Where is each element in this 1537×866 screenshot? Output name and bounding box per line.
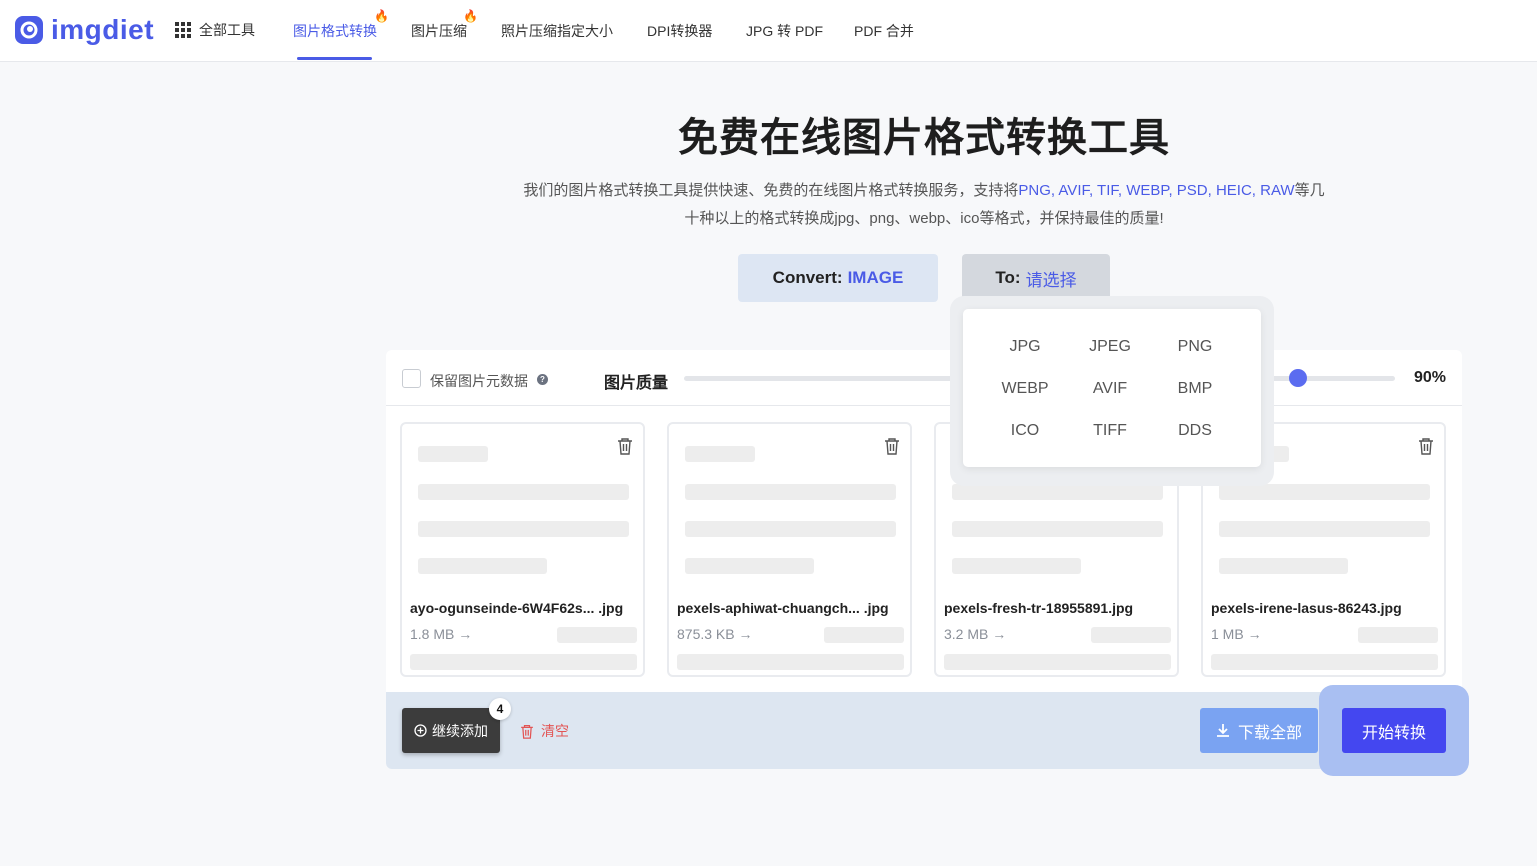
download-all-label: 下载全部 [1237, 724, 1302, 742]
trash-icon[interactable] [1418, 437, 1434, 460]
file-size: 875.3 KB → [677, 626, 753, 642]
options-bar: 保留图片元数据 ? 图片质量 90% [386, 350, 1462, 406]
nav-image-format-convert[interactable]: 图片格式转换 [293, 21, 377, 41]
keep-metadata-label: 保留图片元数据 [430, 373, 528, 389]
convert-from-value: IMAGE [847, 268, 904, 287]
desc-line-2: 十种以上的格式转换成jpg、png、webp、ico等格式，并保持最佳的质量! [684, 210, 1164, 227]
format-option-jpg[interactable]: JPG [985, 338, 1065, 356]
nav-pdf-merge[interactable]: PDF 合并 [854, 21, 914, 41]
add-more-button[interactable]: 继续添加 [402, 708, 500, 753]
format-option-ico[interactable]: ICO [985, 422, 1065, 440]
trash-icon [521, 724, 533, 739]
fire-icon: 🔥 [463, 9, 478, 23]
nav-compress-to-size[interactable]: 照片压缩指定大小 [501, 21, 613, 41]
logo-mark-icon [15, 16, 43, 44]
convert-from-label: Convert: [772, 268, 843, 287]
clear-label: 清空 [541, 723, 569, 739]
grid-menu-icon [175, 22, 191, 38]
keep-metadata-checkbox[interactable] [402, 369, 421, 388]
desc-formats: PNG, AVIF, TIF, WEBP, PSD, HEIC, RAW [1018, 182, 1295, 199]
plus-circle-icon [414, 724, 427, 737]
format-dropdown: JPG JPEG PNG WEBP AVIF BMP ICO TIFF DDS [963, 309, 1261, 467]
logo-text: imgdiet [51, 14, 155, 45]
fire-icon: 🔥 [374, 9, 389, 23]
nav-image-compress[interactable]: 图片压缩 [411, 21, 467, 41]
trash-icon[interactable] [617, 437, 633, 460]
format-option-webp[interactable]: WEBP [985, 380, 1065, 398]
nav-dpi-converter[interactable]: DPI转换器 [647, 21, 712, 41]
start-convert-button[interactable]: 开始转换 [1342, 708, 1446, 753]
nav-jpg-to-pdf[interactable]: JPG 转 PDF [746, 21, 823, 41]
file-name: pexels-irene-lasus-86243.jpg [1211, 600, 1402, 616]
format-option-tiff[interactable]: TIFF [1070, 422, 1150, 440]
quality-slider-thumb[interactable] [1289, 369, 1308, 387]
top-header: imgdiet 全部工具 图片格式转换 🔥 图片压缩 🔥 照片压缩指定大小 DP… [0, 0, 1537, 62]
quality-label: 图片质量 [604, 375, 669, 392]
format-option-jpeg[interactable]: JPEG [1070, 338, 1150, 356]
clear-button[interactable]: 清空 [520, 721, 569, 741]
logo[interactable]: imgdiet [15, 15, 154, 45]
file-card: ayo-ogunseinde-6W4F62s... .jpg 1.8 MB → [400, 422, 645, 677]
file-name: pexels-fresh-tr-18955891.jpg [944, 600, 1134, 616]
file-count-badge: 4 [489, 698, 511, 720]
format-option-png[interactable]: PNG [1155, 338, 1235, 356]
convert-to-selector[interactable]: To: 请选择 [962, 254, 1110, 302]
all-tools-menu[interactable]: 全部工具 [175, 20, 255, 40]
help-icon[interactable]: ? [537, 374, 548, 385]
file-size: 1 MB → [1211, 626, 1262, 642]
trash-icon[interactable] [884, 437, 900, 460]
desc-text-2: 等几 [1294, 182, 1325, 199]
page-description: 我们的图片格式转换工具提供快速、免费的在线图片格式转换服务，支持将PNG, AV… [490, 177, 1358, 233]
file-name: ayo-ogunseinde-6W4F62s... .jpg [410, 600, 624, 616]
download-icon [1216, 724, 1229, 737]
file-card: pexels-aphiwat-chuangch... .jpg 875.3 KB… [667, 422, 912, 677]
download-all-button[interactable]: 下载全部 [1200, 708, 1318, 753]
format-option-bmp[interactable]: BMP [1155, 380, 1235, 398]
format-option-dds[interactable]: DDS [1155, 422, 1235, 440]
convert-from-selector[interactable]: Convert: IMAGE [738, 254, 938, 302]
nav-active-underline [297, 57, 372, 60]
file-size: 3.2 MB → [944, 626, 1007, 642]
start-convert-label: 开始转换 [1361, 724, 1426, 742]
quality-value: 90% [1413, 369, 1446, 386]
file-name: pexels-aphiwat-chuangch... .jpg [677, 600, 889, 616]
convert-to-value: 请选择 [1025, 270, 1077, 290]
file-size: 1.8 MB → [410, 626, 473, 642]
convert-to-label: To: [995, 268, 1021, 287]
format-option-avif[interactable]: AVIF [1070, 380, 1150, 398]
desc-text: 我们的图片格式转换工具提供快速、免费的在线图片格式转换服务，支持将 [523, 182, 1019, 199]
add-more-label: 继续添加 [432, 722, 488, 739]
page-title: 免费在线图片格式转换工具 [678, 116, 1170, 160]
all-tools-label: 全部工具 [199, 22, 255, 38]
